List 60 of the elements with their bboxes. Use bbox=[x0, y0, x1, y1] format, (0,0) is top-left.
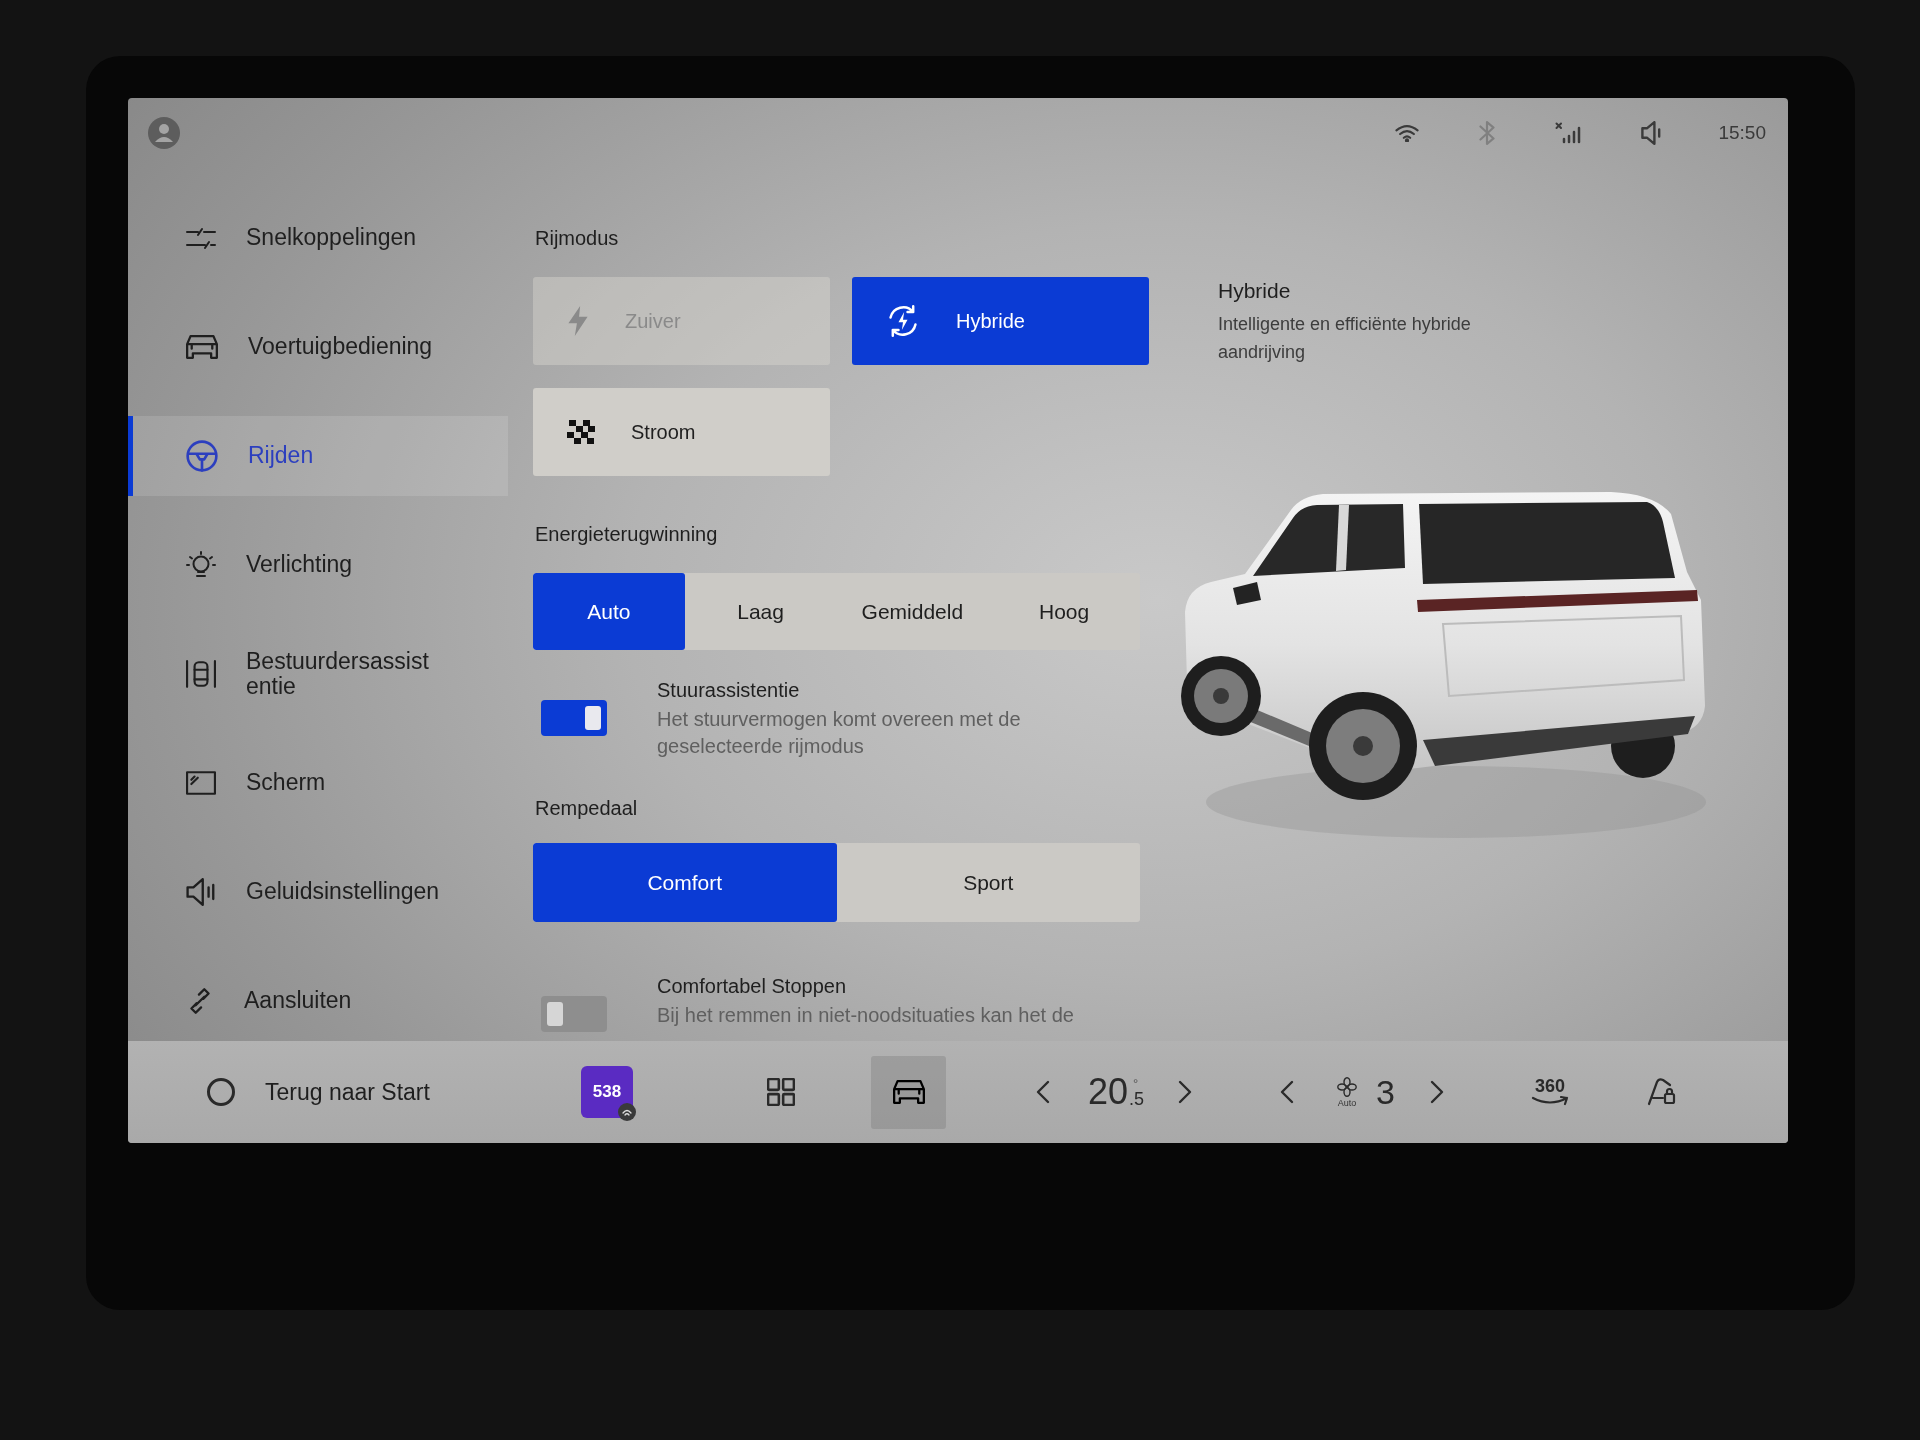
sidebar-item[interactable]: Snelkoppelingen bbox=[128, 198, 508, 278]
display-icon bbox=[186, 771, 216, 795]
temperature-down-button[interactable] bbox=[1036, 1080, 1050, 1104]
setting-description: Bij het remmen in niet-noodsituaties kan het de bbox=[657, 1003, 1074, 1028]
lightning-icon bbox=[567, 305, 589, 337]
setting-title: Comfortabel Stoppen bbox=[657, 974, 847, 998]
segment-option[interactable]: Laag bbox=[684, 573, 837, 650]
sidebar-item[interactable]: Bestuurdersassistentie bbox=[128, 634, 508, 714]
car-icon bbox=[186, 335, 218, 359]
segment-option[interactable]: Hoog bbox=[988, 573, 1140, 650]
radio-badge-icon bbox=[618, 1103, 636, 1121]
section-heading: Rempedaal bbox=[535, 796, 639, 820]
fan-mode-label: Auto bbox=[1337, 1097, 1357, 1108]
vehicle-button[interactable] bbox=[871, 1055, 946, 1129]
setting-title: Stuurassistentie bbox=[657, 678, 801, 702]
sidebar-item[interactable]: Voertuigbediening bbox=[128, 307, 508, 387]
sliders-icon bbox=[186, 227, 216, 249]
fan-down-button[interactable] bbox=[1280, 1080, 1295, 1104]
sidebar-item[interactable]: Scherm bbox=[128, 743, 508, 823]
speaker-icon bbox=[186, 878, 216, 906]
chevron-left-icon bbox=[1280, 1080, 1295, 1104]
segment-option[interactable]: Auto bbox=[533, 573, 685, 650]
toggle-switch[interactable] bbox=[541, 996, 607, 1032]
lane-car-icon bbox=[186, 659, 216, 689]
steering-wheel-icon bbox=[186, 440, 218, 472]
clock-time: 15:50 bbox=[1718, 122, 1766, 144]
drive-mode-button[interactable]: Stroom bbox=[533, 388, 830, 476]
radio-app-button[interactable]: 538 bbox=[581, 1066, 633, 1118]
circle-icon bbox=[206, 1077, 236, 1107]
chevron-right-icon bbox=[1178, 1080, 1193, 1104]
fan-icon bbox=[1337, 1076, 1358, 1097]
grid-icon bbox=[766, 1078, 795, 1106]
chevron-left-icon bbox=[1036, 1080, 1050, 1104]
avatar-icon bbox=[148, 117, 180, 149]
temperature-up-button[interactable] bbox=[1178, 1080, 1193, 1104]
seat-button[interactable] bbox=[1645, 1076, 1677, 1108]
car-icon bbox=[892, 1080, 925, 1104]
rotate-arrow-icon bbox=[1530, 1095, 1570, 1107]
seat-icon bbox=[1645, 1076, 1677, 1108]
fan-speed: 3 bbox=[1376, 1072, 1395, 1112]
segment-option[interactable]: Sport bbox=[836, 843, 1140, 922]
section-heading: Rijmodus bbox=[535, 226, 620, 250]
drive-mode-button[interactable]: Hybride bbox=[852, 277, 1149, 365]
mode-info-title: Hybride bbox=[1218, 278, 1292, 304]
sidebar-item[interactable]: Geluidsinstellingen bbox=[128, 852, 508, 932]
mode-info-text: Intelligente en efficiënte hybride aandrijving bbox=[1218, 313, 1472, 364]
cycle-lightning-icon bbox=[886, 304, 920, 338]
toggle-switch[interactable] bbox=[541, 700, 607, 736]
light-bulb-icon bbox=[186, 551, 216, 579]
checkered-flag-icon bbox=[567, 420, 595, 444]
home-button[interactable]: Terug naar Start bbox=[206, 1077, 536, 1107]
camera-360-button[interactable]: 360 bbox=[1530, 1077, 1570, 1107]
sidebar-item[interactable]: Aansluiten bbox=[128, 961, 508, 1041]
setting-description: Het stuurvermogen komt overeen met de geselecteerde rijmodus bbox=[657, 707, 1022, 759]
chevron-right-icon bbox=[1430, 1080, 1444, 1104]
sidebar-item[interactable]: Verlichting bbox=[128, 525, 508, 605]
segment-option[interactable]: Comfort bbox=[533, 843, 837, 922]
section-heading: Energieterugwinning bbox=[535, 522, 719, 546]
fan-up-button[interactable] bbox=[1430, 1080, 1444, 1104]
segment-option[interactable]: Gemiddeld bbox=[836, 573, 989, 650]
